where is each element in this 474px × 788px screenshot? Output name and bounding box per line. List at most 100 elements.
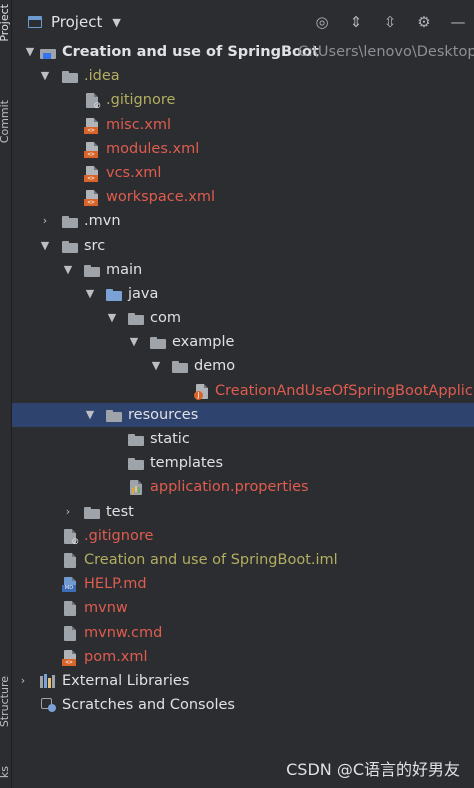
chevron-down-icon[interactable]: ▼ [84, 403, 96, 427]
folder-icon [84, 264, 100, 277]
iml-file-icon [64, 552, 76, 568]
file-label: misc.xml [106, 116, 172, 133]
collapse-all-icon[interactable]: ⇳ [380, 12, 400, 32]
file-label: Creation and use of SpringBoot.iml [84, 551, 338, 568]
file-label: CreationAndUseOfSpringBootApplic [215, 382, 473, 399]
tree-row-test[interactable]: › test [12, 500, 474, 524]
project-title: Project [51, 13, 103, 31]
chevron-right-icon[interactable]: › [39, 209, 51, 233]
source-folder-icon [106, 288, 122, 301]
folder-icon [62, 240, 78, 253]
chevron-down-icon[interactable]: ▼ [84, 282, 96, 306]
chevron-down-icon[interactable]: ▼ [39, 64, 51, 88]
tree-row-file[interactable]: HELP.md [12, 572, 474, 596]
module-folder-icon [40, 47, 56, 59]
bookmarks-tool-tab[interactable]: ks [0, 766, 11, 778]
project-toolbar: Project ▼ ◎ ⇕ ⇳ ⚙ — [12, 0, 474, 44]
file-label: .gitignore [106, 92, 176, 109]
root-project-path: C:\Users\lenovo\Desktop [298, 44, 474, 60]
folder-label: example [172, 334, 235, 351]
tree-row-app-class[interactable]: CreationAndUseOfSpringBootApplic [12, 379, 474, 403]
tree-row-file[interactable]: workspace.xml [12, 185, 474, 209]
project-tree: ▼ Creation and use of SpringBoot C:\User… [12, 40, 474, 717]
resources-folder-icon [106, 409, 122, 422]
text-file-icon [64, 625, 76, 641]
chevron-right-icon[interactable]: › [62, 500, 74, 524]
file-label: application.properties [150, 479, 309, 496]
chevron-down-icon[interactable]: ▼ [62, 258, 74, 282]
structure-tool-tab[interactable]: Structure [0, 676, 11, 727]
libraries-icon [40, 673, 56, 688]
folder-icon [62, 216, 78, 229]
gitignore-file-icon [64, 528, 79, 547]
tree-row-file[interactable]: vcs.xml [12, 161, 474, 185]
folder-label: .mvn [84, 213, 121, 230]
commit-tool-tab[interactable]: Commit [0, 100, 11, 143]
tree-row-file[interactable]: modules.xml [12, 137, 474, 161]
tree-row-mvn[interactable]: › .mvn [12, 209, 474, 233]
package-folder-icon [172, 361, 188, 374]
folder-icon [84, 506, 100, 519]
tree-row-src[interactable]: ▼ src [12, 234, 474, 258]
scratches-label: Scratches and Consoles [62, 697, 235, 714]
tree-row-root[interactable]: ▼ Creation and use of SpringBoot C:\User… [12, 40, 474, 64]
xml-file-icon [62, 649, 76, 666]
external-libraries-label: External Libraries [62, 672, 190, 689]
tree-row-external-libraries[interactable]: › External Libraries [12, 669, 474, 693]
watermark: CSDN @C语言的好男友 [286, 760, 460, 779]
scratches-icon [40, 697, 56, 713]
gear-icon[interactable]: ⚙ [414, 12, 434, 32]
folder-label: templates [150, 455, 224, 472]
folder-icon [128, 434, 144, 446]
tree-row-demo[interactable]: ▼ demo [12, 354, 474, 378]
tree-row-properties[interactable]: application.properties [12, 475, 474, 499]
folder-icon [128, 458, 144, 471]
java-class-icon [194, 383, 208, 400]
tree-row-java[interactable]: ▼ java [12, 282, 474, 306]
project-tool-tab[interactable]: Project [0, 4, 11, 42]
file-label: workspace.xml [106, 189, 215, 206]
chevron-down-icon[interactable]: ▼ [106, 306, 118, 330]
tree-row-main[interactable]: ▼ main [12, 258, 474, 282]
folder-label: com [150, 310, 181, 327]
chevron-down-icon[interactable]: ▼ [150, 354, 162, 378]
locate-icon[interactable]: ◎ [312, 12, 332, 32]
file-label: HELP.md [84, 576, 147, 593]
tree-row-file[interactable]: .gitignore [12, 88, 474, 112]
tree-row-file[interactable]: Creation and use of SpringBoot.iml [12, 548, 474, 572]
chevron-down-icon[interactable]: ▼ [39, 234, 51, 258]
hide-icon[interactable]: — [448, 12, 468, 32]
folder-label: demo [194, 358, 236, 375]
folder-label: main [106, 261, 143, 278]
folder-label: src [84, 237, 106, 254]
tree-row-templates[interactable]: templates [12, 451, 474, 475]
tree-row-file[interactable]: mvnw.cmd [12, 621, 474, 645]
tree-row-resources[interactable]: ▼ resources [12, 402, 474, 427]
tree-row-scratches[interactable]: Scratches and Consoles [12, 693, 474, 717]
tree-row-file[interactable]: misc.xml [12, 113, 474, 137]
project-view-selector[interactable]: Project ▼ [28, 13, 121, 31]
tree-row-static[interactable]: static [12, 427, 474, 451]
file-label: vcs.xml [106, 164, 162, 181]
chevron-down-icon[interactable]: ▼ [128, 330, 140, 354]
folder-label: .idea [84, 68, 120, 85]
tree-row-example[interactable]: ▼ example [12, 330, 474, 354]
folder-icon [62, 71, 78, 84]
file-label: .gitignore [84, 527, 154, 544]
xml-file-icon [84, 165, 98, 182]
tree-row-file[interactable]: .gitignore [12, 524, 474, 548]
expand-all-icon[interactable]: ⇕ [346, 12, 366, 32]
tree-row-idea[interactable]: ▼ .idea [12, 64, 474, 88]
text-file-icon [64, 601, 76, 617]
file-label: mvnw.cmd [84, 624, 163, 641]
folder-label: java [128, 285, 159, 302]
package-folder-icon [150, 337, 166, 350]
tree-row-file[interactable]: pom.xml [12, 645, 474, 669]
tree-row-file[interactable]: mvnw [12, 596, 474, 620]
chevron-right-icon[interactable]: › [17, 669, 29, 693]
folder-label: static [150, 431, 190, 447]
tree-row-com[interactable]: ▼ com [12, 306, 474, 330]
chevron-down-icon[interactable]: ▼ [24, 40, 36, 64]
root-project-label: Creation and use of SpringBoot [62, 44, 319, 60]
xml-file-icon [84, 190, 98, 207]
